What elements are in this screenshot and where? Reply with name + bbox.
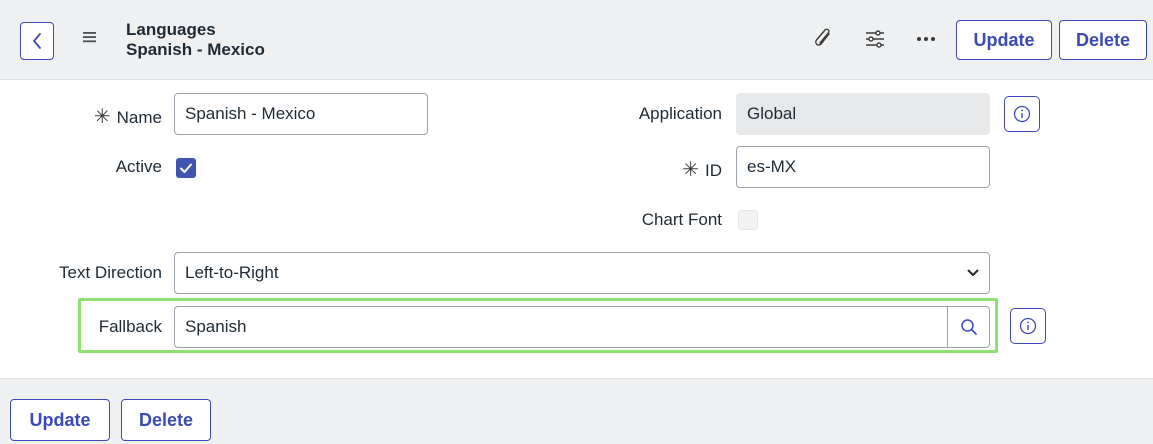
application-info-button[interactable] bbox=[1004, 96, 1040, 132]
info-icon bbox=[1013, 105, 1031, 123]
checkmark-icon bbox=[180, 163, 192, 173]
required-marker-icon: ✳ bbox=[682, 159, 699, 181]
page-title: Languages bbox=[126, 20, 216, 39]
application-label: Application bbox=[638, 104, 722, 123]
text-direction-label: Text Direction bbox=[59, 263, 162, 282]
more-options-icon[interactable] bbox=[916, 36, 936, 42]
fallback-label: Fallback bbox=[98, 317, 162, 336]
fallback-info-button[interactable] bbox=[1010, 308, 1046, 344]
hamburger-menu-icon[interactable] bbox=[82, 30, 98, 44]
sliders-icon[interactable] bbox=[864, 28, 886, 50]
back-button[interactable] bbox=[20, 22, 54, 60]
required-marker-icon: ✳ bbox=[93, 106, 111, 128]
update-button[interactable]: Update bbox=[956, 20, 1052, 60]
form-footer: Update Delete bbox=[0, 378, 1153, 444]
text-direction-value: Left-to-Right bbox=[185, 263, 279, 282]
name-field[interactable]: Spanish - Mexico bbox=[174, 93, 428, 135]
paperclip-icon[interactable] bbox=[813, 28, 835, 52]
active-label: Active bbox=[115, 157, 162, 176]
record-name: Spanish - Mexico bbox=[126, 40, 265, 59]
active-checkbox[interactable] bbox=[176, 158, 196, 178]
text-direction-select[interactable]: Left-to-Right bbox=[174, 252, 990, 294]
footer-delete-button[interactable]: Delete bbox=[121, 399, 211, 441]
info-icon bbox=[1019, 317, 1037, 335]
application-field: Global bbox=[736, 93, 990, 135]
fallback-field[interactable]: Spanish bbox=[174, 306, 990, 348]
chart-font-label: Chart Font bbox=[641, 210, 722, 229]
fallback-value: Spanish bbox=[185, 317, 247, 336]
chevron-left-icon bbox=[33, 33, 41, 49]
fallback-lookup-button[interactable] bbox=[947, 307, 989, 347]
id-label: ✳ ID bbox=[682, 159, 722, 181]
header-title-block: Languages Spanish - Mexico bbox=[126, 20, 265, 60]
footer-update-button[interactable]: Update bbox=[10, 399, 110, 441]
form-header: Languages Spanish - Mexico Update Delete bbox=[0, 0, 1153, 80]
chevron-down-icon bbox=[967, 269, 979, 276]
chart-font-checkbox[interactable] bbox=[738, 210, 758, 230]
id-field[interactable]: es-MX bbox=[736, 146, 990, 188]
search-icon bbox=[960, 319, 977, 335]
name-label: ✳ Name bbox=[93, 106, 162, 128]
delete-button[interactable]: Delete bbox=[1059, 20, 1147, 60]
